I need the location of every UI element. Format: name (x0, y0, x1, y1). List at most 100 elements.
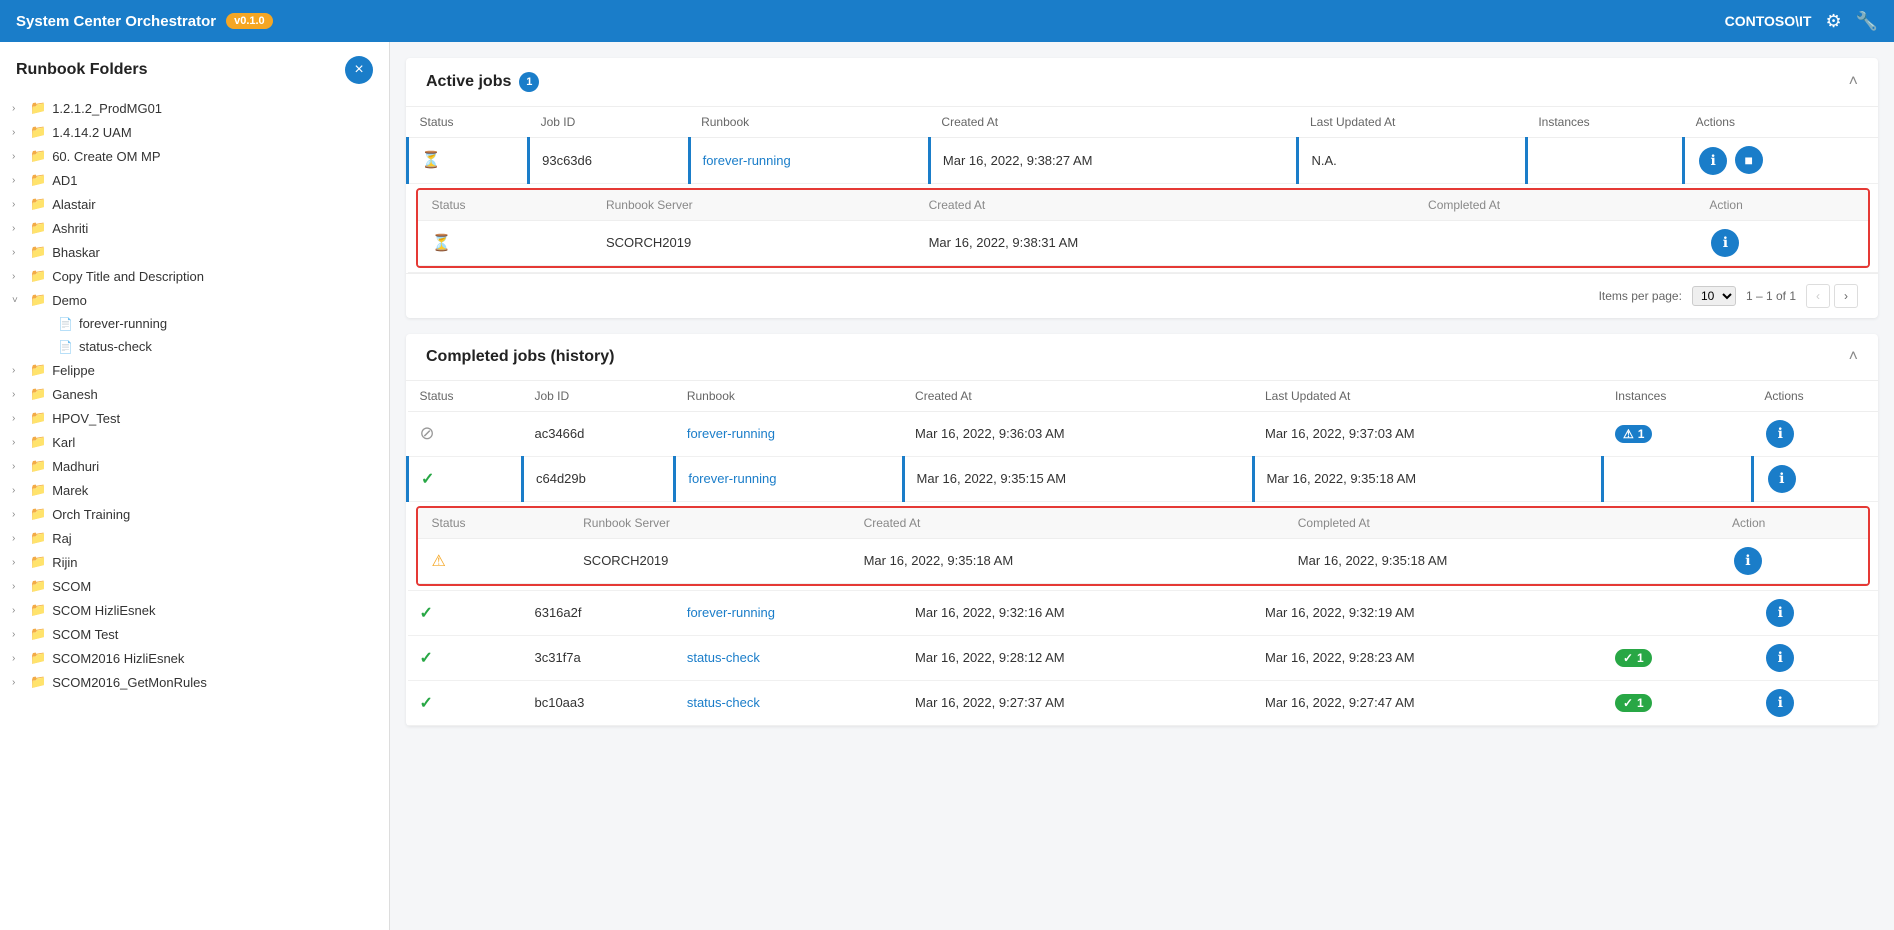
info-button[interactable]: ℹ (1766, 644, 1794, 672)
chevron-right-icon: › (12, 365, 24, 376)
runbook-link[interactable]: status-check (687, 650, 760, 665)
instance-badge: ⚠ 1 (1615, 425, 1652, 443)
active-jobs-title: Active jobs 1 (426, 72, 539, 92)
items-per-page-select[interactable]: 10 25 50 (1692, 286, 1736, 306)
sidebar-item-ashriti[interactable]: ›📁Ashriti (0, 216, 389, 240)
file-icon: 📄 (58, 340, 73, 354)
runbook-link[interactable]: forever-running (688, 471, 776, 486)
info-button[interactable]: ℹ (1766, 599, 1794, 627)
expanded-data-row: ⚠ SCORCH2019 Mar 16, 2022, 9:35:18 AM Ma… (418, 538, 1869, 583)
sidebar-item-label: Bhaskar (52, 245, 100, 260)
warn-icon: ⚠ (1623, 427, 1634, 441)
last-updated-cell: Mar 16, 2022, 9:32:19 AM (1253, 590, 1603, 635)
sidebar-item-label: Marek (52, 483, 88, 498)
exp-info-button[interactable]: ℹ (1711, 229, 1739, 257)
folder-icon: 📁 (30, 506, 46, 522)
sidebar-item-label: Rijin (52, 555, 77, 570)
close-sidebar-button[interactable]: × (345, 56, 373, 84)
exp-col-completed: Completed At (1414, 190, 1695, 221)
runbook-link[interactable]: forever-running (687, 605, 775, 620)
job-id-cell: 6316a2f (522, 590, 674, 635)
sidebar-item-1212[interactable]: ›📁1.2.1.2_ProdMG01 (0, 96, 389, 120)
exp-status-cell: ⚠ (418, 538, 570, 583)
sidebar-item-orchtraining[interactable]: › 📁 Orch Training (0, 502, 389, 526)
expanded-table: Status Runbook Server Created At Complet… (418, 508, 1869, 584)
sidebar-item-60create[interactable]: ›📁60. Create OM MP (0, 144, 389, 168)
runbook-link[interactable]: forever-running (687, 426, 775, 441)
sidebar-item-karl[interactable]: ›📁Karl (0, 430, 389, 454)
prev-page-button[interactable]: ‹ (1806, 284, 1830, 308)
sidebar-item-forever-running[interactable]: 📄forever-running (0, 312, 389, 335)
sidebar-item-status-check[interactable]: 📄status-check (0, 335, 389, 358)
exp-completed-cell: Mar 16, 2022, 9:35:18 AM (1284, 538, 1718, 583)
check-icon: ✓ (420, 695, 433, 712)
completed-jobs-collapse-button[interactable]: ˄ (1849, 348, 1858, 366)
sidebar-item-scom[interactable]: ›📁SCOM (0, 574, 389, 598)
sidebar-item-scomtest[interactable]: ›📁SCOM Test (0, 622, 389, 646)
exp-created-cell: Mar 16, 2022, 9:38:31 AM (915, 220, 1414, 265)
chevron-right-icon: › (12, 677, 24, 688)
info-button[interactable]: ℹ (1766, 420, 1794, 448)
col-instances: Instances (1603, 381, 1752, 412)
status-cell: ✓ (408, 590, 523, 635)
sidebar-item-scomhizli[interactable]: ›📁SCOM HizliEsnek (0, 598, 389, 622)
sidebar-item-scom2016hizli[interactable]: ›📁SCOM2016 HizliEsnek (0, 646, 389, 670)
folder-icon: 📁 (30, 148, 46, 164)
sidebar-title: Runbook Folders (16, 61, 148, 79)
expanded-row: Status Runbook Server Created At Complet… (408, 183, 1879, 272)
check-icon: ✓ (420, 650, 433, 667)
runbook-link[interactable]: forever-running (703, 153, 791, 168)
warning-icon: ⚠ (432, 553, 446, 570)
info-button[interactable]: ℹ (1699, 147, 1727, 175)
created-at-cell: Mar 16, 2022, 9:32:16 AM (903, 590, 1253, 635)
sidebar-item-raj[interactable]: ›📁Raj (0, 526, 389, 550)
active-jobs-collapse-button[interactable]: ˄ (1849, 73, 1858, 91)
created-at-cell: Mar 16, 2022, 9:27:37 AM (903, 680, 1253, 725)
sidebar-item-bhaskar[interactable]: ›📁Bhaskar (0, 240, 389, 264)
exp-col-completed: Completed At (1284, 508, 1718, 539)
sidebar-item-marek[interactable]: ›📁Marek (0, 478, 389, 502)
status-cell: ✓ (408, 680, 523, 725)
sidebar-item-demo[interactable]: ˅📁Demo (0, 288, 389, 312)
sidebar-item-madhuri[interactable]: ›📁Madhuri (0, 454, 389, 478)
exp-col-server: Runbook Server (592, 190, 915, 221)
wrench-icon[interactable]: 🔧 (1856, 11, 1878, 32)
sidebar-item-ganesh[interactable]: ›📁Ganesh (0, 382, 389, 406)
sidebar-item-alastair[interactable]: ›📁Alastair (0, 192, 389, 216)
folder-icon: 📁 (30, 124, 46, 140)
chevron-right-icon: › (12, 533, 24, 544)
header: System Center Orchestrator v0.1.0 CONTOS… (0, 0, 1894, 42)
sidebar-item-felippe[interactable]: ›📁Felippe (0, 358, 389, 382)
sidebar-item-label: SCOM2016 HizliEsnek (52, 651, 184, 666)
expanded-table: Status Runbook Server Created At Complet… (418, 190, 1869, 266)
sidebar-item-rijin[interactable]: ›📁Rijin (0, 550, 389, 574)
stop-button[interactable]: ■ (1735, 146, 1763, 174)
info-button[interactable]: ℹ (1766, 689, 1794, 717)
instances-cell (1526, 138, 1683, 184)
settings-icon[interactable]: ⚙ (1825, 11, 1841, 32)
table-row: ⊘ ac3466d forever-running Mar 16, 2022, … (408, 411, 1879, 456)
exp-info-button[interactable]: ℹ (1734, 547, 1762, 575)
sidebar-item-1414[interactable]: ›📁1.4.14.2 UAM (0, 120, 389, 144)
active-jobs-header-row: Status Job ID Runbook Created At Last Up… (408, 107, 1879, 138)
chevron-right-icon: › (12, 629, 24, 640)
sidebar-item-hpov[interactable]: ›📁HPOV_Test (0, 406, 389, 430)
chevron-right-icon: › (12, 509, 24, 520)
sidebar-item-label: Orch Training (52, 507, 130, 522)
runbook-link[interactable]: status-check (687, 695, 760, 710)
check-small-icon: ✓ (1623, 696, 1633, 710)
info-button[interactable]: ℹ (1768, 465, 1796, 493)
sidebar-item-ad1[interactable]: ›📁AD1 (0, 168, 389, 192)
pagination-nav: ‹ › (1806, 284, 1858, 308)
folder-icon: 📁 (30, 172, 46, 188)
col-created-at: Created At (903, 381, 1253, 412)
table-row: ✓ c64d29b forever-running Mar 16, 2022, … (408, 456, 1879, 501)
folder-icon: 📁 (30, 626, 46, 642)
next-page-button[interactable]: › (1834, 284, 1858, 308)
hourglass-icon: ⏳ (421, 152, 441, 169)
active-jobs-section: Active jobs 1 ˄ Status Job ID Runbook Cr… (406, 58, 1878, 318)
chevron-right-icon: › (12, 151, 24, 162)
sidebar-item-scom2016get[interactable]: ›📁SCOM2016_GetMonRules (0, 670, 389, 694)
completed-jobs-title-text: Completed jobs (history) (426, 348, 614, 366)
sidebar-item-copytitle[interactable]: ›📁Copy Title and Description (0, 264, 389, 288)
